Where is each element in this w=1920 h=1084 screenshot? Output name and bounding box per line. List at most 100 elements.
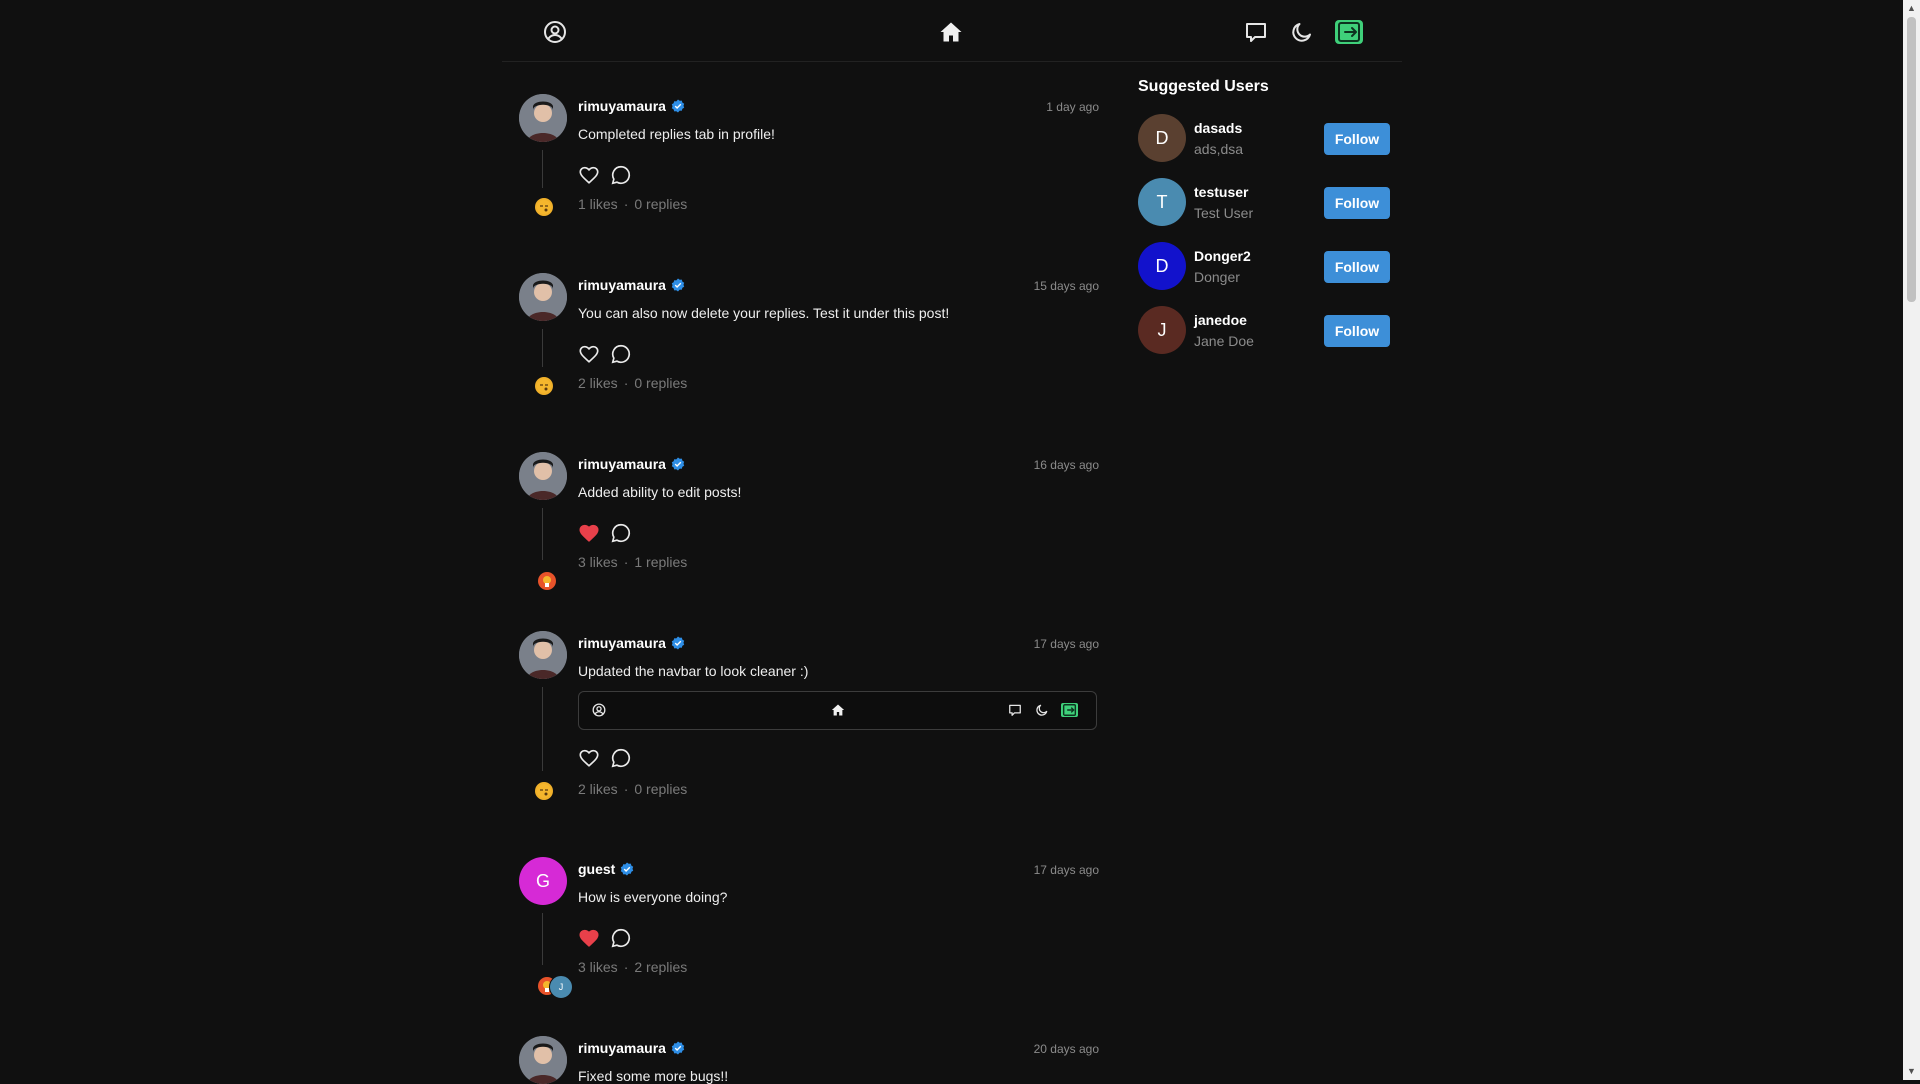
post-header: rimuyamaura [578, 1040, 685, 1056]
avatar[interactable] [519, 452, 567, 500]
home-icon[interactable] [939, 20, 963, 44]
reply-avatar-j: J [549, 975, 573, 999]
verified-badge-icon [671, 457, 685, 471]
post-username[interactable]: guest [578, 861, 615, 877]
reply-bubble-icon[interactable] [610, 343, 632, 365]
reply-bubble-icon[interactable] [610, 927, 632, 949]
scroll-down-arrow-icon[interactable]: ▼ [1903, 1063, 1920, 1080]
post-text: Completed replies tab in profile! [578, 126, 775, 142]
reply-bubble-icon[interactable] [610, 747, 632, 769]
like-heart-icon[interactable] [578, 164, 600, 186]
home-icon [831, 703, 845, 717]
avatar[interactable]: T [1138, 178, 1186, 226]
stats-separator: · [623, 959, 629, 975]
post-time: 20 days ago [1033, 1042, 1099, 1056]
follow-button[interactable]: Follow [1324, 123, 1390, 155]
avatar[interactable] [519, 1036, 567, 1084]
suggested-display-name: Donger [1194, 269, 1240, 285]
suggested-username[interactable]: janedoe [1194, 312, 1247, 328]
avatar[interactable]: J [1138, 306, 1186, 354]
post-time: 15 days ago [1033, 279, 1099, 293]
emoji-avatar-icon [538, 572, 556, 590]
avatar[interactable]: D [1138, 114, 1186, 162]
likes-count[interactable]: 3 likes [578, 554, 618, 570]
post-text: Added ability to edit posts! [578, 484, 742, 500]
suggested-username[interactable]: testuser [1194, 184, 1248, 200]
reply-bubble-icon[interactable] [610, 164, 632, 186]
post-username[interactable]: rimuyamaura [578, 1040, 666, 1056]
post-header: rimuyamaura [578, 98, 685, 114]
thread-line [542, 329, 543, 367]
post-header: rimuyamaura [578, 277, 685, 293]
thread-line [542, 687, 543, 771]
post-time: 17 days ago [1033, 637, 1099, 651]
user-circle-icon [592, 703, 606, 717]
emoji-avatar-icon [535, 782, 553, 800]
post-text: How is everyone doing? [578, 889, 728, 905]
like-heart-icon[interactable] [578, 747, 600, 769]
suggested-username[interactable]: dasads [1194, 120, 1242, 136]
follow-button[interactable]: Follow [1324, 251, 1390, 283]
scrollbar-thumb[interactable] [1907, 17, 1916, 302]
suggested-username[interactable]: Donger2 [1194, 248, 1251, 264]
suggested-display-name: ads,dsa [1194, 141, 1244, 157]
avatar[interactable] [519, 273, 567, 321]
replies-count[interactable]: 0 replies [634, 196, 687, 212]
likes-count[interactable]: 2 likes [578, 781, 618, 797]
post-username[interactable]: rimuyamaura [578, 98, 666, 114]
post-stats: 1 likes · 0 replies [578, 196, 687, 212]
verified-badge-icon [671, 99, 685, 113]
like-heart-icon[interactable] [578, 343, 600, 365]
post-header: rimuyamaura [578, 635, 685, 651]
post-time: 17 days ago [1033, 863, 1099, 877]
likes-count[interactable]: 1 likes [578, 196, 618, 212]
replies-count[interactable]: 2 replies [634, 959, 687, 975]
liked-heart-icon[interactable] [578, 927, 600, 949]
post-stats: 2 likes · 0 replies [578, 781, 687, 797]
thread-line [542, 150, 543, 188]
stats-separator: · [623, 781, 629, 797]
avatar[interactable] [519, 94, 567, 142]
user-circle-icon[interactable] [543, 20, 567, 44]
chat-bubble-icon [1008, 703, 1022, 717]
post-text: You can also now delete your replies. Te… [578, 305, 950, 321]
moon-icon [1035, 703, 1049, 717]
likes-count[interactable]: 3 likes [578, 959, 618, 975]
post-username[interactable]: rimuyamaura [578, 277, 666, 293]
post-stats: 3 likes · 1 replies [578, 554, 687, 570]
replies-count[interactable]: 0 replies [634, 375, 687, 391]
post-stats: 2 likes · 0 replies [578, 375, 687, 391]
moon-icon[interactable] [1290, 20, 1314, 44]
suggested-user-row[interactable]: D Donger2 Donger Follow [1138, 242, 1390, 290]
page-scrollbar[interactable]: ▲ ▼ [1903, 0, 1920, 1080]
follow-button[interactable]: Follow [1324, 315, 1390, 347]
logout-icon[interactable] [1335, 20, 1363, 44]
post-username[interactable]: rimuyamaura [578, 456, 666, 472]
post-image[interactable] [578, 691, 1097, 730]
post-text: Fixed some more bugs!! [578, 1068, 729, 1084]
suggested-user-row[interactable]: T testuser Test User Follow [1138, 178, 1390, 226]
suggested-user-row[interactable]: D dasads ads,dsa Follow [1138, 114, 1390, 162]
liked-heart-icon[interactable] [578, 522, 600, 544]
stats-separator: · [623, 375, 629, 391]
emoji-avatar-icon [535, 377, 553, 395]
replies-count[interactable]: 0 replies [634, 781, 687, 797]
avatar[interactable]: D [1138, 242, 1186, 290]
verified-badge-icon [671, 278, 685, 292]
top-navbar [502, 0, 1402, 62]
verified-badge-icon [671, 636, 685, 650]
likes-count[interactable]: 2 likes [578, 375, 618, 391]
thread-line [542, 913, 543, 965]
replies-count[interactable]: 1 replies [634, 554, 687, 570]
post-username[interactable]: rimuyamaura [578, 635, 666, 651]
stats-separator: · [623, 554, 629, 570]
avatar[interactable] [519, 631, 567, 679]
scroll-up-arrow-icon[interactable]: ▲ [1903, 0, 1920, 17]
post-header: rimuyamaura [578, 456, 685, 472]
suggested-user-row[interactable]: J janedoe Jane Doe Follow [1138, 306, 1390, 354]
reply-bubble-icon[interactable] [610, 522, 632, 544]
follow-button[interactable]: Follow [1324, 187, 1390, 219]
stats-separator: · [623, 196, 629, 212]
chat-bubble-icon[interactable] [1244, 20, 1268, 44]
avatar[interactable]: G [519, 857, 567, 905]
